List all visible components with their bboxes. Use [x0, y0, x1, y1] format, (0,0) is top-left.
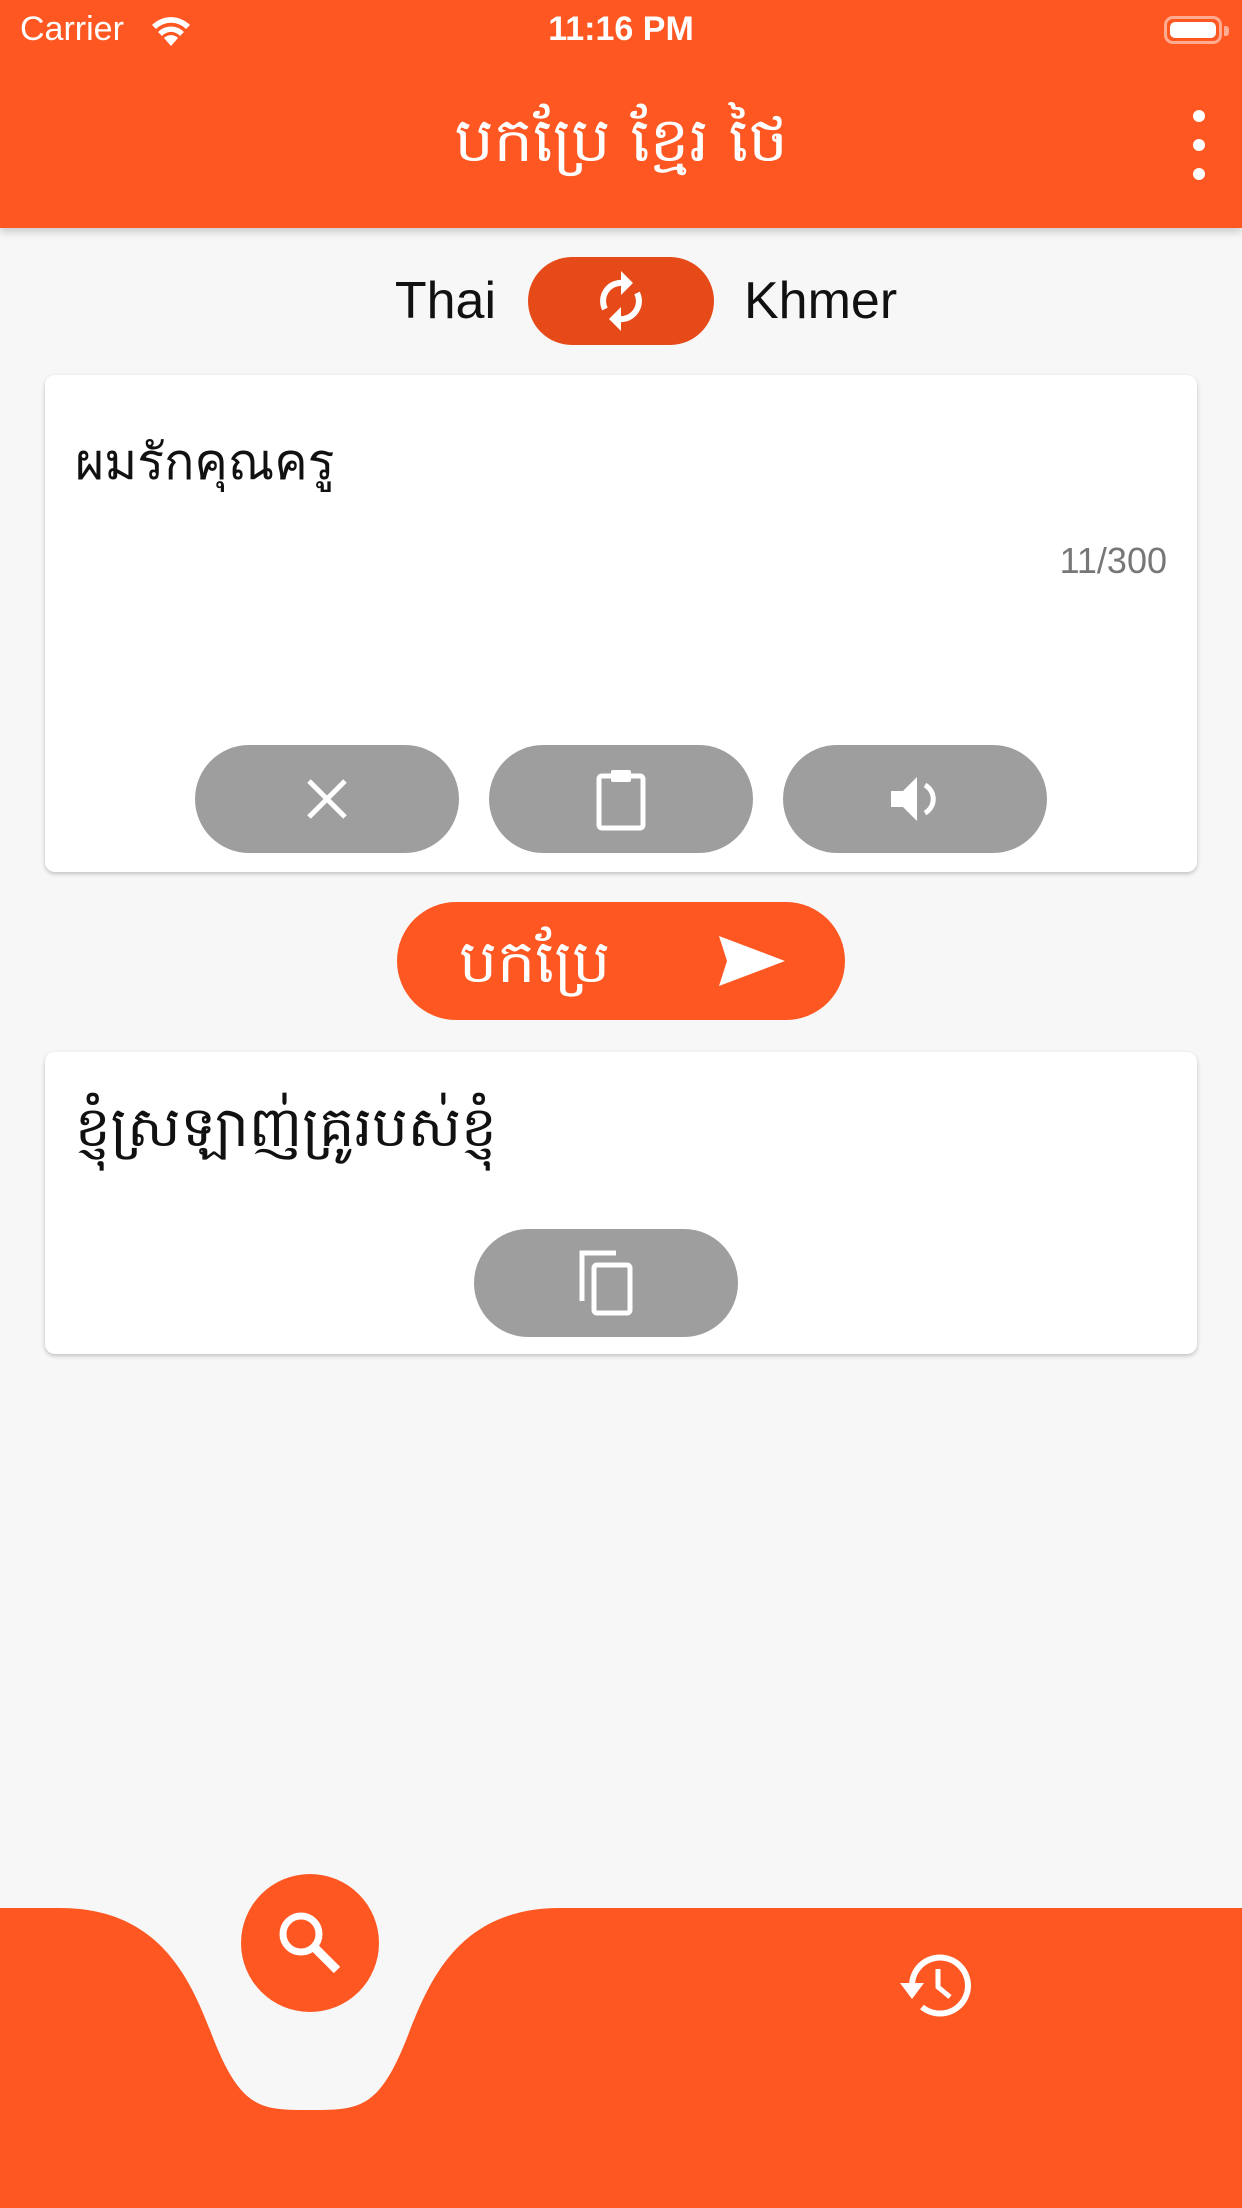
paste-button[interactable] [489, 745, 753, 853]
status-time: 11:16 PM [548, 10, 694, 48]
output-card: ខ្ញុំស្រឡាញ់គ្រូរបស់ខ្ញុំ [45, 1052, 1197, 1354]
translate-label: បកប្រែ [459, 927, 611, 997]
copy-icon [579, 1250, 633, 1316]
language-switcher: Thai Khmer [0, 255, 1242, 347]
speak-button[interactable] [783, 745, 1047, 853]
clear-button[interactable] [195, 745, 459, 853]
copy-button[interactable] [474, 1229, 738, 1337]
app-bar: Carrier 11:16 PM បកប្រែ ខ្មែរ ថៃ [0, 0, 1242, 228]
source-language[interactable]: Thai [395, 271, 496, 331]
send-icon [719, 936, 785, 986]
translate-button[interactable]: បកប្រែ [397, 902, 845, 1020]
source-text-input[interactable]: ผมรักคุณครู [75, 423, 335, 502]
history-icon [900, 1954, 971, 2017]
search-icon [279, 1912, 341, 1974]
clipboard-icon [596, 770, 646, 831]
nav-search-button[interactable] [241, 1874, 379, 2012]
translated-text: ខ្ញុំស្រឡាញ់គ្រូរបស់ខ្ញុំ [75, 1095, 497, 1160]
target-language[interactable]: Khmer [744, 271, 897, 331]
swap-languages-button[interactable] [528, 257, 714, 345]
character-counter: 11/300 [1059, 540, 1167, 581]
status-bar: Carrier 11:16 PM [0, 0, 1242, 60]
bottom-navigation [0, 1908, 1242, 2208]
nav-history-button[interactable] [880, 1935, 980, 2035]
battery-icon [1164, 16, 1229, 44]
more-vertical-icon[interactable] [1174, 110, 1224, 180]
input-card: ผมรักคุณครู 11/300 [45, 375, 1197, 872]
volume-icon [891, 777, 936, 821]
page-title: បកប្រែ ខ្មែរ ថៃ [454, 103, 788, 176]
swap-sync-icon [600, 271, 642, 331]
close-icon [307, 779, 347, 819]
